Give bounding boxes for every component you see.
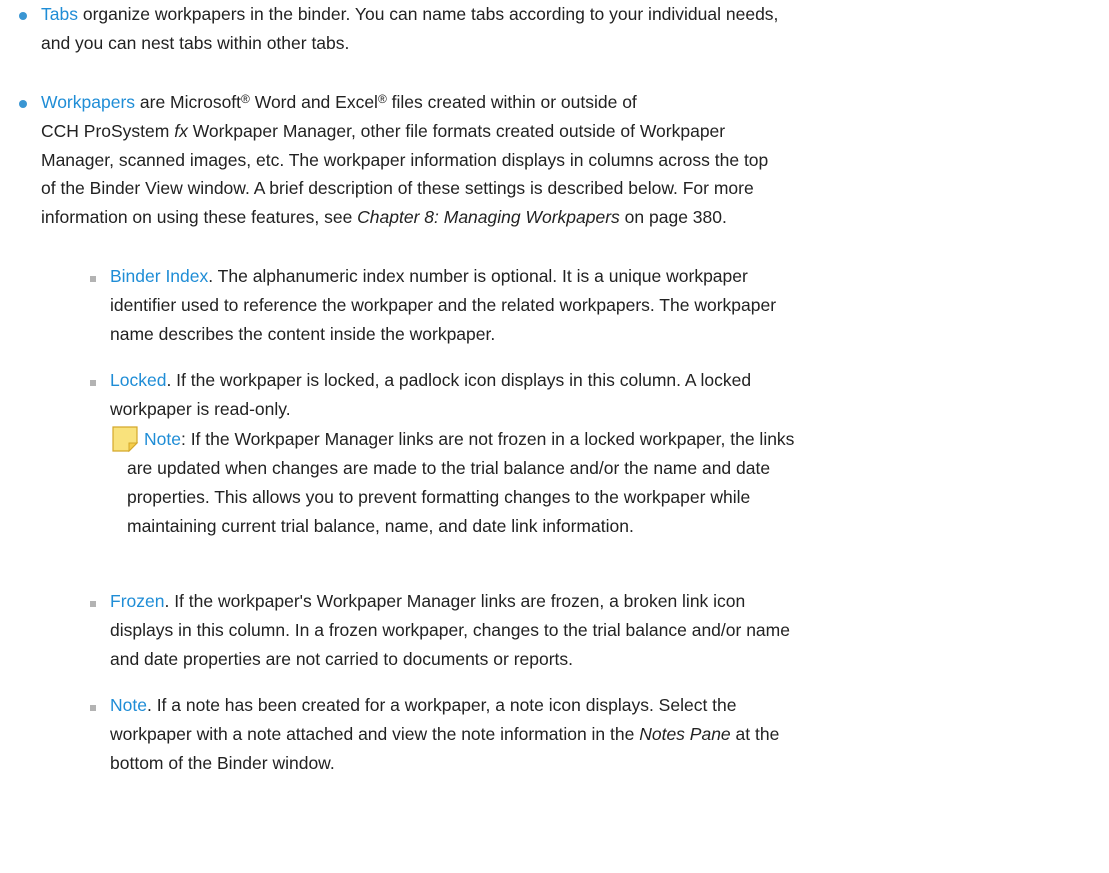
tabs-term: Tabs: [41, 4, 78, 24]
workpapers-line-4: of the Binder View window. A brief descr…: [41, 178, 754, 199]
registered-mark: ®: [241, 92, 250, 106]
workpapers-line-3: Manager, scanned images, etc. The workpa…: [41, 149, 769, 170]
workpapers-term: Workpapers: [41, 92, 136, 112]
notes-pane-reference: Notes Pane: [639, 723, 731, 744]
tabs-item: Tabs organize workpapers in the binder. …: [41, 0, 778, 58]
bullet-note: [90, 705, 96, 711]
chapter-reference: Chapter 8: Managing Workpapers: [357, 207, 620, 228]
workpapers-line-1: Workpapers are Microsoft® Word and Excel…: [41, 92, 637, 112]
tabs-line-2: and you can nest tabs within other tabs.: [41, 32, 350, 53]
note-icon: [112, 426, 139, 453]
locked-term: Locked: [110, 370, 167, 390]
locked-item: Locked. If the workpaper is locked, a pa…: [110, 370, 752, 419]
workpapers-item: Workpapers are Microsoft® Word and Excel…: [41, 88, 768, 232]
binder-index-item: Binder Index. The alphanumeric index num…: [110, 266, 777, 344]
frozen-term: Frozen: [110, 591, 165, 611]
note-box-body: are updated when changes are made to the…: [127, 458, 771, 536]
bullet-frozen: [90, 601, 96, 607]
document-page: Tabs organize workpapers in the binder. …: [0, 0, 1109, 873]
note-box-first-line: Note: If the Workpaper Manager links are…: [144, 429, 795, 449]
frozen-item: Frozen. If the workpaper's Workpaper Man…: [110, 591, 790, 669]
workpapers-line-5: information on using these features, see…: [41, 207, 727, 228]
bullet-binder-index: [90, 276, 96, 282]
binder-index-term: Binder Index: [110, 266, 209, 286]
note-term: Note: [110, 695, 147, 715]
tabs-line-1: Tabs organize workpapers in the binder. …: [41, 4, 779, 24]
bullet-tabs: [19, 12, 27, 20]
bullet-locked: [90, 380, 96, 386]
note-box-term: Note: [144, 429, 181, 449]
workpapers-line-2: CCH ProSystem fx Workpaper Manager, othe…: [41, 120, 726, 141]
registered-mark: ®: [377, 92, 387, 106]
bullet-workpapers: [19, 100, 27, 108]
note-item: Note. If a note has been created for a w…: [110, 695, 780, 773]
